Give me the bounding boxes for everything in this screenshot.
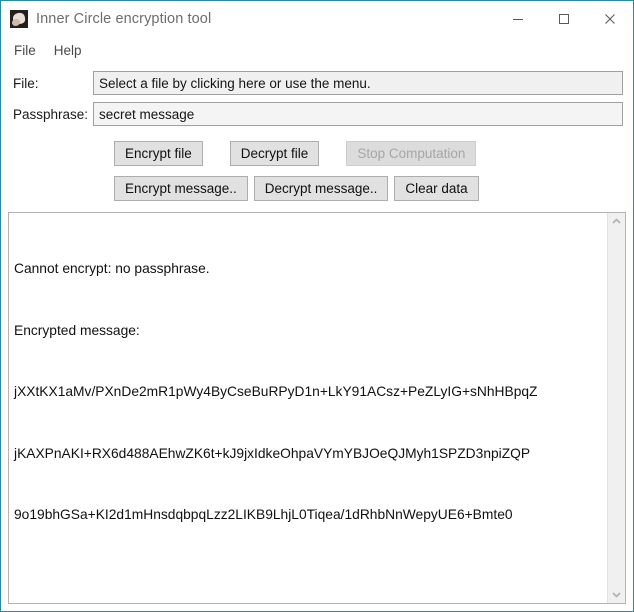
button-row-top: Encrypt file Decrypt file Stop Computati…	[1, 138, 633, 168]
button-panel: Encrypt file Decrypt file Stop Computati…	[1, 132, 633, 208]
output-panel: Cannot encrypt: no passphrase. Encrypted…	[8, 212, 626, 604]
minimize-icon	[513, 19, 523, 20]
app-photo-icon	[10, 10, 28, 28]
clear-data-button[interactable]: Clear data	[394, 175, 479, 201]
chevron-up-icon	[612, 218, 621, 224]
scroll-down-button[interactable]	[608, 586, 625, 603]
maximize-icon	[559, 14, 569, 24]
menu-item-help[interactable]: Help	[49, 41, 91, 61]
passphrase-input[interactable]	[93, 102, 623, 126]
encrypt-message-button[interactable]: Encrypt message..	[114, 175, 248, 201]
file-input[interactable]	[93, 71, 623, 95]
title-bar: Inner Circle encryption tool	[1, 1, 633, 37]
minimize-button[interactable]	[495, 1, 541, 37]
output-scrollbar[interactable]	[607, 213, 625, 603]
file-row: File:	[13, 70, 623, 96]
encrypt-file-button[interactable]: Encrypt file	[114, 140, 203, 166]
button-row-bottom: Encrypt message.. Decrypt message.. Clea…	[1, 173, 633, 203]
window-controls	[495, 1, 633, 37]
output-text-area[interactable]: Cannot encrypt: no passphrase. Encrypted…	[9, 213, 607, 603]
scrollbar-track[interactable]	[608, 230, 625, 586]
output-line: 9o19bhGSa+KI2d1mHnsdqbpqLzz2LIKB9LhjL0Ti…	[14, 507, 513, 522]
close-icon	[605, 14, 615, 24]
menu-bar: File Help	[1, 37, 633, 64]
output-line: jXXtKX1aMv/PXnDe2mR1pWy4ByCseBuRPyD1n+Lk…	[14, 384, 538, 399]
output-line: Cannot encrypt: no passphrase.	[14, 261, 210, 276]
passphrase-row: Passphrase:	[13, 101, 623, 127]
decrypt-message-button[interactable]: Decrypt message..	[253, 175, 389, 201]
chevron-down-icon	[612, 592, 621, 598]
file-label: File:	[13, 75, 39, 91]
passphrase-label: Passphrase:	[13, 106, 89, 122]
maximize-button[interactable]	[541, 1, 587, 37]
window-title: Inner Circle encryption tool	[36, 11, 212, 27]
output-line: Encrypted message:	[14, 322, 140, 338]
scroll-up-button[interactable]	[608, 213, 625, 230]
output-line: jKAXPnAKI+RX6d488AEhwZK6t+kJ9jxIdkeOhpaV…	[14, 445, 531, 461]
menu-item-file[interactable]: File	[9, 41, 45, 61]
decrypt-file-button[interactable]: Decrypt file	[229, 140, 320, 166]
close-button[interactable]	[587, 1, 633, 37]
stop-computation-button: Stop Computation	[346, 140, 477, 166]
application-window: Inner Circle encryption tool File Help F…	[0, 0, 634, 612]
input-form: File: Passphrase:	[1, 64, 633, 132]
